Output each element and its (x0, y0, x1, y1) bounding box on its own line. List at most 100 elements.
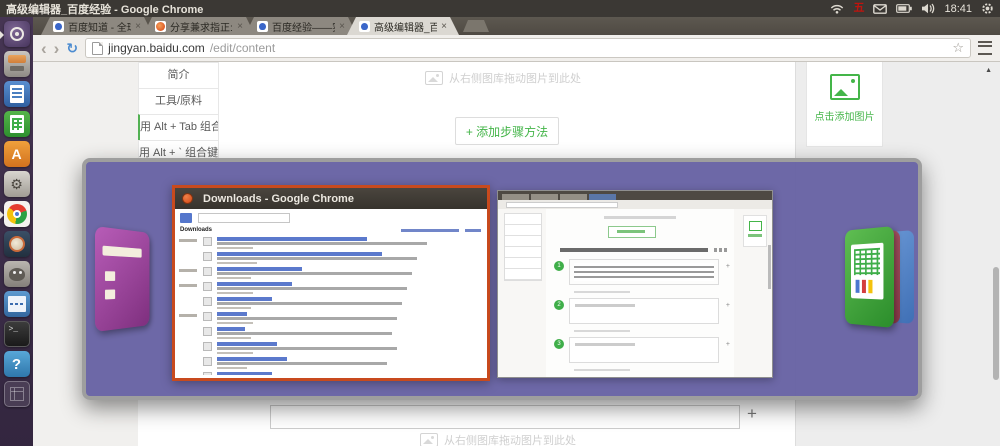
clock[interactable]: 18:41 (944, 3, 972, 15)
mini-main-skeleton: 1 2 3 (546, 209, 734, 377)
baidu-favicon (359, 21, 370, 32)
launcher-item-system-settings[interactable]: ⚙ (4, 171, 30, 197)
text-line-skeleton (217, 322, 253, 325)
text-line-skeleton (217, 332, 392, 335)
mini-scrollbar-thumb (768, 245, 771, 289)
session-gear-icon[interactable] (981, 2, 994, 15)
tab-close-icon[interactable]: × (339, 21, 345, 32)
downloads-heading: Downloads (180, 227, 212, 233)
image-placeholder-icon (420, 433, 438, 446)
mini-toc-skeleton (504, 213, 542, 281)
file-icon (203, 312, 212, 321)
launcher-item-workspace-switcher[interactable] (4, 381, 30, 407)
launcher-item-ubuntu-dash[interactable] (4, 21, 30, 47)
libreoffice-calc-icon[interactable] (834, 226, 920, 332)
tab-editor-active[interactable]: 高级编辑器_百度经 × (347, 17, 459, 35)
date-label-skeleton (179, 269, 197, 272)
mini-tab-strip (498, 191, 772, 200)
close-button-icon[interactable] (182, 193, 193, 204)
step-number-badge: 2 (554, 300, 564, 310)
text-line-skeleton (217, 307, 251, 310)
chrome-menu-icon[interactable] (978, 41, 992, 55)
tab-share[interactable]: 分享兼求指正:如何 × (143, 17, 255, 35)
back-button[interactable]: ‹ (41, 40, 47, 57)
step-text-input[interactable] (270, 405, 740, 429)
system-tray: 五 18:41 (830, 2, 994, 15)
search-box-skeleton (198, 213, 290, 223)
launcher-item-compass-app[interactable] (4, 231, 30, 257)
tab-baidu-zhidao[interactable]: 百度知道 - 全球最大 × (41, 17, 153, 35)
tab-close-icon[interactable]: × (441, 21, 447, 32)
text-line-skeleton (217, 272, 412, 275)
link-skeleton (401, 229, 459, 232)
launcher-item-libreoffice-calc[interactable] (4, 111, 30, 137)
toc-item-tools[interactable]: 工具/原料 (138, 88, 219, 115)
download-row-skeleton (175, 251, 487, 266)
launcher-item-terminal[interactable] (4, 321, 30, 347)
tab-baidu-jingyan[interactable]: 百度经验——实用生 × (245, 17, 357, 35)
add-image-card[interactable]: 点击添加图片 (806, 62, 883, 147)
launcher-item-help[interactable]: ? (4, 351, 30, 377)
baidu-favicon (53, 21, 64, 32)
input-method-indicator[interactable]: 五 (853, 3, 864, 14)
downloads-window-preview[interactable]: Downloads - Google Chrome Downloads (172, 185, 490, 381)
add-row-plus[interactable]: + (747, 404, 757, 424)
folder-icon (180, 213, 192, 223)
text-line-skeleton (217, 257, 417, 260)
alt-tab-switcher: Downloads - Google Chrome Downloads (82, 158, 922, 400)
libreoffice-impress-icon[interactable] (95, 226, 150, 332)
new-tab-button[interactable] (463, 20, 489, 32)
page-icon (92, 42, 103, 55)
download-row-skeleton (175, 356, 487, 371)
window-title: 高级编辑器_百度经验 - Google Chrome (6, 1, 203, 17)
mini-page: 1 2 3 (498, 209, 772, 377)
drop-image-hint: 从右侧图库拖动图片到此处 (420, 432, 576, 446)
page-scrollbar-thumb[interactable] (993, 267, 999, 380)
bookmark-star-icon[interactable]: ☆ (952, 40, 964, 56)
mail-icon[interactable] (873, 4, 887, 14)
text-line-skeleton (217, 317, 397, 320)
download-row-skeleton (175, 266, 487, 281)
scroll-up-arrow[interactable]: ▲ (985, 67, 992, 74)
mini-step: 1 (554, 259, 730, 298)
mini-hint-line (604, 216, 676, 219)
text-line-skeleton (217, 362, 387, 365)
volume-icon[interactable] (921, 3, 935, 14)
site-favicon (155, 21, 166, 32)
text-line-skeleton (217, 342, 277, 346)
text-line-skeleton (217, 292, 253, 295)
file-icon (203, 357, 212, 366)
current-window-preview[interactable]: 1 2 3 (497, 190, 773, 378)
calc-front-face (845, 226, 894, 328)
step-number-badge: 3 (554, 339, 564, 349)
file-icon (203, 342, 212, 351)
download-row-skeleton (175, 296, 487, 311)
launcher-item-files[interactable] (4, 51, 30, 77)
text-line-skeleton (217, 302, 402, 305)
launcher-item-software-center[interactable]: A (4, 141, 30, 167)
launcher-item-gimp[interactable] (4, 261, 30, 287)
launcher-item-libreoffice-writer[interactable] (4, 81, 30, 107)
add-step-button[interactable]: + 添加步骤方法 (455, 117, 559, 145)
reload-button[interactable]: ↻ (66, 40, 78, 57)
text-line-skeleton (217, 237, 367, 241)
launcher-item-system-monitor[interactable] (4, 291, 30, 317)
battery-icon[interactable] (896, 4, 912, 13)
tab-close-icon[interactable]: × (135, 21, 141, 32)
toc-item-alt-tab[interactable]: 用 Alt + Tab 组合 (138, 114, 219, 141)
address-bar[interactable]: jingyan.baidu.com/edit/content ☆ (85, 38, 971, 58)
file-icon (203, 237, 212, 246)
launcher-item-google-chrome[interactable] (4, 201, 30, 227)
date-label-skeleton (179, 284, 197, 287)
toc-item-intro[interactable]: 简介 (138, 62, 219, 89)
tab-close-icon[interactable]: × (237, 21, 243, 32)
downloads-page-thumbnail: Downloads (175, 209, 487, 375)
download-row-skeleton (175, 326, 487, 341)
text-line-skeleton (217, 337, 251, 340)
forward-button[interactable]: › (54, 40, 60, 57)
wifi-icon[interactable] (830, 3, 844, 14)
add-image-icon (830, 74, 860, 100)
text-line-skeleton (217, 247, 253, 250)
text-line-skeleton (217, 252, 382, 256)
mini-heading-dots (714, 248, 728, 252)
